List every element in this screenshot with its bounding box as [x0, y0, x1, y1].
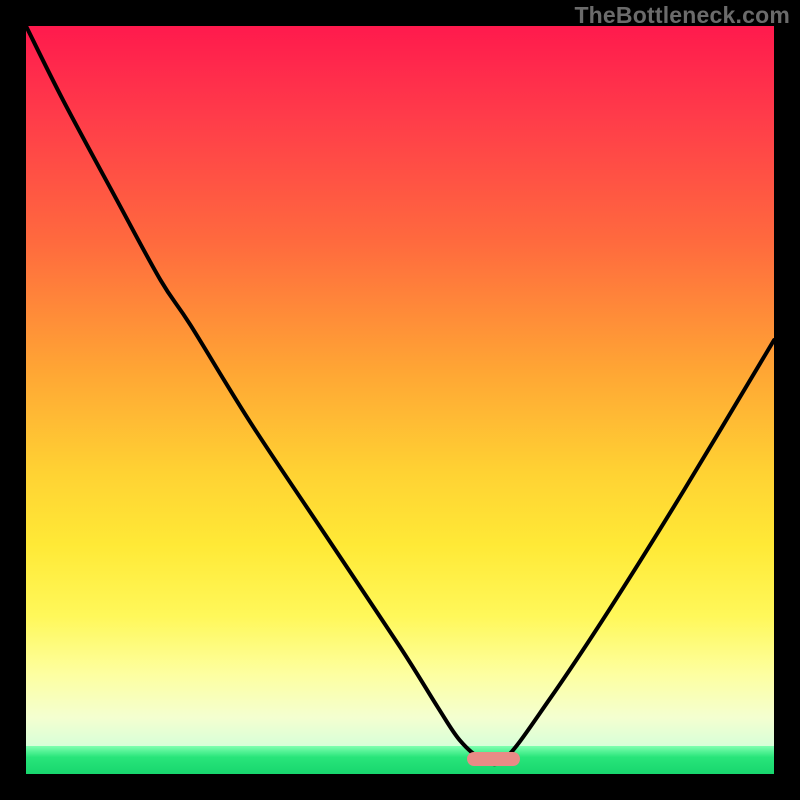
- chart-frame: TheBottleneck.com: [0, 0, 800, 800]
- watermark-text: TheBottleneck.com: [574, 2, 790, 29]
- plot-area: [26, 26, 774, 774]
- optimal-band: [26, 746, 774, 774]
- optimal-marker: [467, 752, 519, 766]
- heat-gradient: [26, 26, 774, 746]
